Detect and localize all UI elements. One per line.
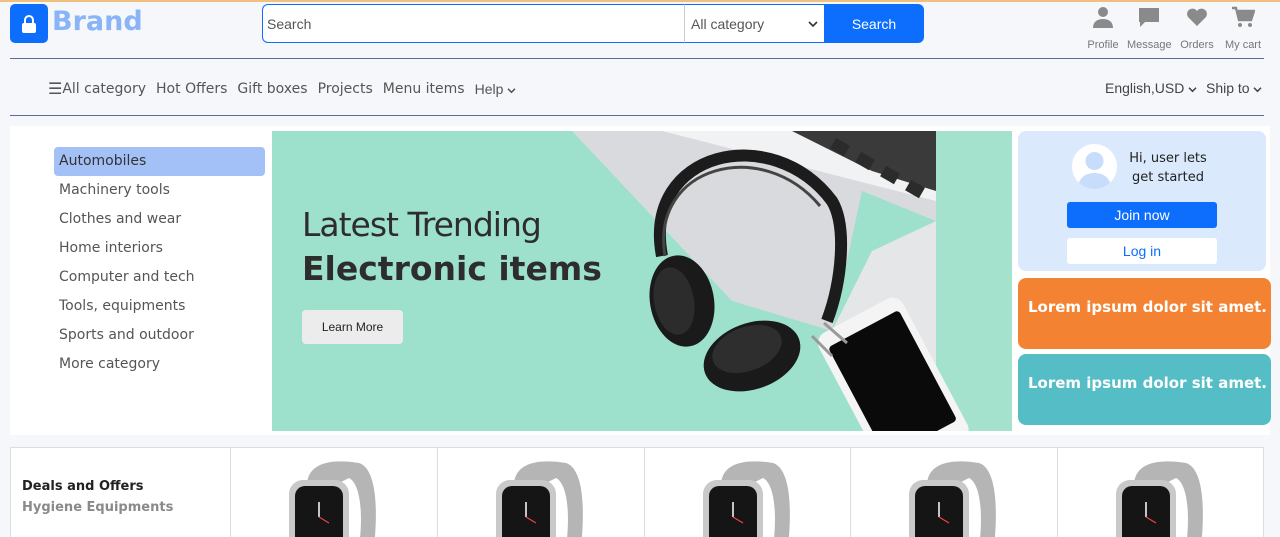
- message-link[interactable]: Message: [1127, 6, 1172, 51]
- nav-hot-offers[interactable]: Hot Offers: [156, 81, 227, 97]
- greeting-line1: Hi, user lets: [1129, 151, 1207, 166]
- ship-to-dropdown[interactable]: Ship to: [1206, 80, 1263, 96]
- deal-card[interactable]: [644, 448, 851, 537]
- smartwatch-image: [909, 461, 996, 537]
- category-list: Automobiles Machinery tools Clothes and …: [54, 147, 265, 379]
- promo-card-teal[interactable]: Lorem ipsum dolor sit amet.: [1018, 354, 1271, 425]
- top-accent-line: [0, 0, 1280, 2]
- language-label: English,USD: [1105, 80, 1185, 96]
- hero-banner: Latest Trending Electronic items Learn M…: [272, 131, 1012, 431]
- user-card: Hi, user lets get started Join now Log i…: [1018, 131, 1266, 271]
- nav-menu-items[interactable]: Menu items: [383, 81, 465, 97]
- message-label: Message: [1127, 39, 1172, 51]
- nav-help-label: Help: [474, 80, 504, 97]
- deal-card[interactable]: [437, 448, 644, 537]
- nav-all-category[interactable]: All category: [62, 81, 146, 97]
- greeting-line2: get started: [1131, 170, 1204, 185]
- deals-title: Deals and Offers: [22, 479, 144, 494]
- avatar: [1072, 144, 1117, 189]
- chevron-down-icon: [1188, 87, 1197, 93]
- orders-label: Orders: [1180, 39, 1214, 51]
- smartwatch-image: [703, 461, 790, 537]
- message-icon: [1139, 8, 1159, 27]
- logo-lock-icon[interactable]: [10, 4, 48, 43]
- deals-section: Deals and Offers Hygiene Equipments: [10, 447, 1264, 537]
- category-item[interactable]: Sports and outdoor: [54, 321, 265, 350]
- category-item[interactable]: Clothes and wear: [54, 205, 265, 234]
- nav-help-dropdown[interactable]: Help: [475, 81, 517, 97]
- category-select-value: All category: [691, 15, 765, 32]
- chevron-down-icon: [808, 20, 818, 27]
- deal-card[interactable]: [1057, 448, 1264, 537]
- language-dropdown[interactable]: English,USD: [1105, 80, 1197, 96]
- search-input[interactable]: [262, 4, 685, 43]
- nav-gift-boxes[interactable]: Gift boxes: [237, 81, 307, 97]
- category-item[interactable]: Tools, equipments: [54, 292, 265, 321]
- chevron-down-icon: [1253, 87, 1263, 93]
- cart-label: My cart: [1224, 39, 1262, 51]
- heart-icon: [1187, 8, 1207, 26]
- ship-to-label: Ship to: [1206, 80, 1250, 96]
- main-nav: ☰ All category Hot Offers Gift boxes Pro…: [48, 79, 526, 98]
- orders-link[interactable]: Orders: [1175, 6, 1219, 51]
- category-select[interactable]: All category: [684, 4, 825, 43]
- deal-card[interactable]: [230, 448, 437, 537]
- smartwatch-image: [289, 461, 376, 537]
- category-item[interactable]: Home interiors: [54, 234, 265, 263]
- profile-link[interactable]: Profile: [1081, 6, 1125, 51]
- user-avatar-icon: [1077, 152, 1112, 189]
- join-now-button[interactable]: Join now: [1067, 202, 1217, 228]
- deal-card[interactable]: [850, 448, 1057, 537]
- category-item[interactable]: Automobiles: [54, 147, 265, 176]
- menu-icon[interactable]: ☰: [48, 79, 62, 98]
- banner-title-line2: Electronic items: [302, 249, 602, 288]
- banner-title-line1: Latest Trending: [302, 205, 542, 244]
- category-item[interactable]: Computer and tech: [54, 263, 265, 292]
- nav-divider: [10, 115, 1264, 116]
- smartwatch-image: [1116, 461, 1203, 537]
- category-item[interactable]: More category: [54, 350, 265, 379]
- greeting: Hi, user lets get started: [1128, 149, 1208, 187]
- header-divider: [10, 58, 1264, 59]
- category-item[interactable]: Machinery tools: [54, 176, 265, 205]
- brand-name[interactable]: Brand: [52, 6, 143, 37]
- promo-card-orange[interactable]: Lorem ipsum dolor sit amet.: [1018, 278, 1271, 349]
- profile-label: Profile: [1087, 39, 1119, 51]
- nav-projects[interactable]: Projects: [318, 81, 373, 97]
- learn-more-button[interactable]: Learn More: [302, 310, 403, 344]
- log-in-button[interactable]: Log in: [1067, 238, 1217, 264]
- person-icon: [1093, 7, 1113, 28]
- cart-icon: [1232, 6, 1255, 27]
- smartwatch-image: [496, 461, 583, 537]
- cart-link[interactable]: My cart: [1221, 6, 1265, 51]
- deals-subtitle: Hygiene Equipments: [22, 500, 174, 515]
- chevron-down-icon: [507, 87, 516, 93]
- search-button[interactable]: Search: [824, 4, 924, 43]
